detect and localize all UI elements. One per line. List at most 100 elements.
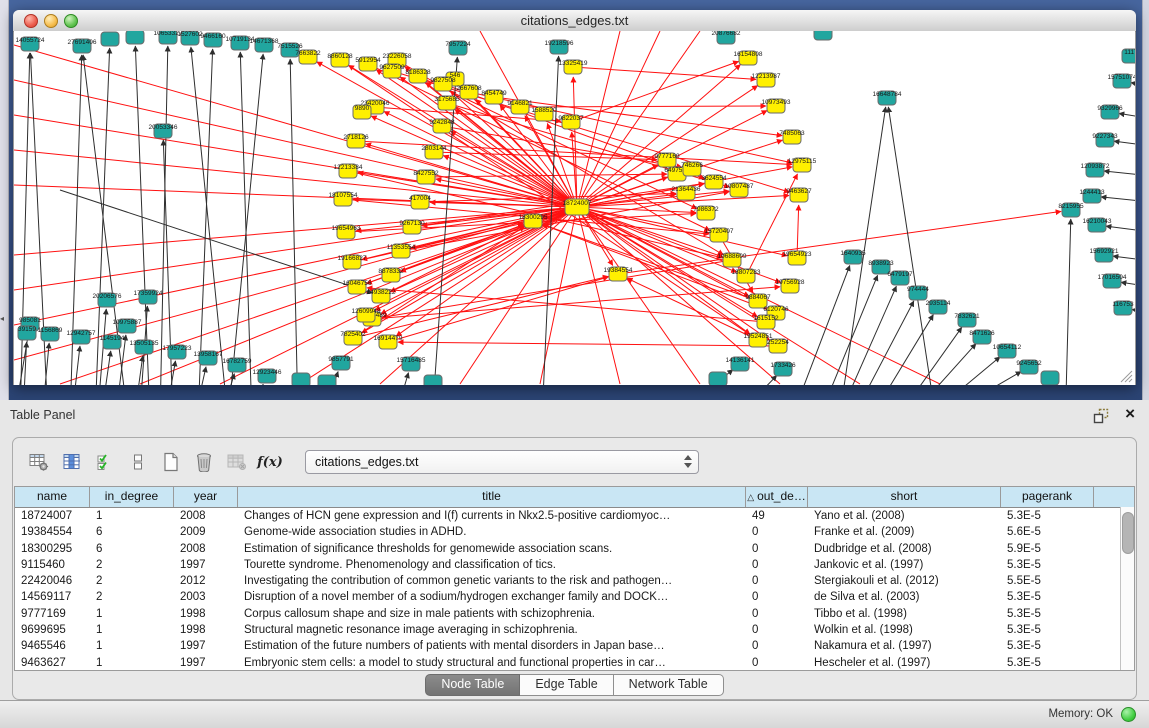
graph-node[interactable]: 2718126 (343, 134, 369, 148)
graph-node[interactable]: 19654963 (332, 225, 361, 239)
graph-node[interactable]: 1615152 (753, 315, 779, 329)
column-header-title[interactable]: title (238, 487, 746, 507)
table-row[interactable]: 1872400712008Changes of HCN gene express… (15, 508, 1134, 524)
row-height-icon[interactable] (126, 450, 150, 474)
graph-node[interactable]: 1588520 (531, 107, 557, 121)
column-header-name[interactable]: name (15, 487, 90, 507)
graph-node[interactable]: 8186328 (405, 69, 431, 83)
graph-node[interactable]: 9777169 (654, 153, 680, 167)
graph-node[interactable]: 7986372 (693, 206, 719, 220)
tab-edge-table[interactable]: Edge Table (520, 674, 613, 696)
graph-node[interactable]: 15751074 (1108, 74, 1135, 88)
table-row[interactable]: 946362711997Embryonic stem cells: a mode… (15, 655, 1134, 671)
graph-node[interactable] (126, 31, 144, 44)
table-row[interactable]: 911546021997Tourette syndrome. Phenomeno… (15, 557, 1134, 573)
graph-node[interactable]: 1156869 (38, 327, 63, 341)
graph-node[interactable]: 16154808 (734, 51, 763, 65)
graph-node[interactable]: 3624554 (701, 175, 727, 189)
graph-node[interactable]: 1733426 (770, 362, 796, 376)
graph-node[interactable]: 746266 (681, 162, 703, 176)
graph-node[interactable]: 9146821 (507, 100, 533, 114)
graph-node[interactable]: 12093872 (1081, 163, 1110, 177)
table-scrollbar-thumb[interactable] (1122, 512, 1134, 554)
graph-node[interactable]: 7663822 (295, 50, 321, 64)
splitter-collapse-icon[interactable]: ◂ (0, 314, 4, 323)
graph-node[interactable]: 13325419 (559, 60, 588, 74)
graph-node[interactable]: 7485063 (779, 130, 805, 144)
select-columns-icon[interactable] (93, 450, 117, 474)
graph-node[interactable]: 8878332 (378, 268, 404, 282)
graph-node[interactable]: 14671368 (250, 38, 279, 52)
graph-node[interactable] (709, 372, 727, 385)
minimize-window-button[interactable] (44, 14, 58, 28)
graph-node[interactable]: 15716485 (397, 357, 426, 371)
graph-node[interactable]: 974444 (907, 286, 929, 300)
tab-network-table[interactable]: Network Table (614, 674, 724, 696)
graph-node[interactable]: 18807283 (732, 269, 761, 283)
column-header-year[interactable]: year (174, 487, 238, 507)
graph-node[interactable]: 9822037 (558, 115, 584, 129)
graph-node[interactable] (318, 375, 336, 385)
graph-node[interactable]: 1527602 (177, 31, 203, 45)
graph-node[interactable]: 12942757 (67, 330, 96, 344)
graph-node[interactable]: 1244413 (1079, 189, 1105, 203)
graph-node[interactable]: 11353554 (387, 244, 416, 258)
graph-node[interactable]: 9890 (353, 105, 371, 119)
graph-node[interactable]: 8471626 (969, 330, 995, 344)
graph-node[interactable]: 27691406 (68, 39, 97, 53)
graph-node[interactable]: 1145194 (100, 335, 125, 349)
graph-node[interactable]: 39159 (18, 326, 36, 340)
graph-node[interactable]: 8427552 (413, 170, 439, 184)
graph-node[interactable]: 19166827 (338, 255, 367, 269)
graph-node[interactable] (292, 373, 310, 385)
tab-node-table[interactable]: Node Table (425, 674, 520, 696)
graph-node[interactable]: 20206576 (93, 293, 122, 307)
graph-node[interactable]: 12923446 (253, 369, 282, 383)
float-panel-icon[interactable] (1093, 408, 1109, 424)
graph-node[interactable]: 8860128 (327, 53, 353, 67)
graph-node[interactable]: 10688609 (718, 253, 747, 267)
graph-node[interactable]: 9463627 (786, 188, 812, 202)
zoom-window-button[interactable] (64, 14, 78, 28)
graph-node[interactable]: 19218596 (545, 40, 574, 54)
graph-node[interactable]: 5912954 (355, 57, 381, 71)
graph-node[interactable]: 1117 (1122, 49, 1135, 63)
show-columns-icon[interactable] (60, 450, 84, 474)
column-header-out_de[interactable]: △out_de… (746, 487, 808, 507)
network-canvas[interactable]: 1405572427691406106533271527602946616010… (14, 31, 1135, 385)
graph-node[interactable]: 7957224 (445, 41, 471, 55)
graph-node[interactable]: 3175685 (434, 96, 460, 110)
network-window-titlebar[interactable]: citations_edges.txt (13, 10, 1136, 32)
graph-node[interactable]: 116753 (1112, 301, 1134, 315)
graph-node[interactable]: 9466160 (200, 33, 226, 47)
graph-node[interactable]: 19756928 (776, 279, 805, 293)
graph-node[interactable]: 252254 (767, 339, 789, 353)
graph-node[interactable]: 8454749 (481, 90, 507, 104)
graph-node[interactable] (1041, 371, 1059, 385)
function-builder-icon[interactable]: f(x) (258, 450, 282, 474)
graph-node[interactable]: 7825402 (340, 331, 366, 345)
graph-node[interactable]: 13958167 (194, 351, 223, 365)
graph-node[interactable]: 18724007 (563, 199, 592, 215)
graph-node[interactable]: 9329966 (1097, 105, 1123, 119)
table-scrollbar[interactable] (1120, 507, 1134, 670)
table-row[interactable]: 1830029562008Estimation of significance … (15, 541, 1134, 557)
graph-node[interactable]: 20053346 (149, 124, 178, 138)
graph-node[interactable]: 12213987 (752, 73, 781, 87)
graph-node[interactable] (101, 32, 119, 46)
graph-node[interactable]: 9857791 (328, 356, 354, 370)
graph-node[interactable]: 1640935 (840, 250, 866, 264)
graph-node[interactable]: 17957223 (163, 345, 192, 359)
graph-node[interactable]: 9627509 (379, 64, 405, 78)
graph-node[interactable]: 2803144 (421, 145, 447, 159)
column-header-in_degree[interactable]: in_degree (90, 487, 174, 507)
delete-table-icon[interactable] (225, 450, 249, 474)
table-row[interactable]: 946554611997Estimation of the future num… (15, 638, 1134, 654)
memory-status-indicator[interactable] (1121, 707, 1136, 722)
graph-node[interactable]: 9267130 (399, 220, 425, 234)
graph-node[interactable]: 2935114 (926, 300, 951, 314)
graph-node[interactable]: 14055724 (16, 37, 45, 51)
graph-node[interactable]: 20876682 (712, 31, 741, 44)
window-resize-grip[interactable] (1119, 369, 1133, 383)
graph-node[interactable]: 9242848 (429, 119, 455, 133)
